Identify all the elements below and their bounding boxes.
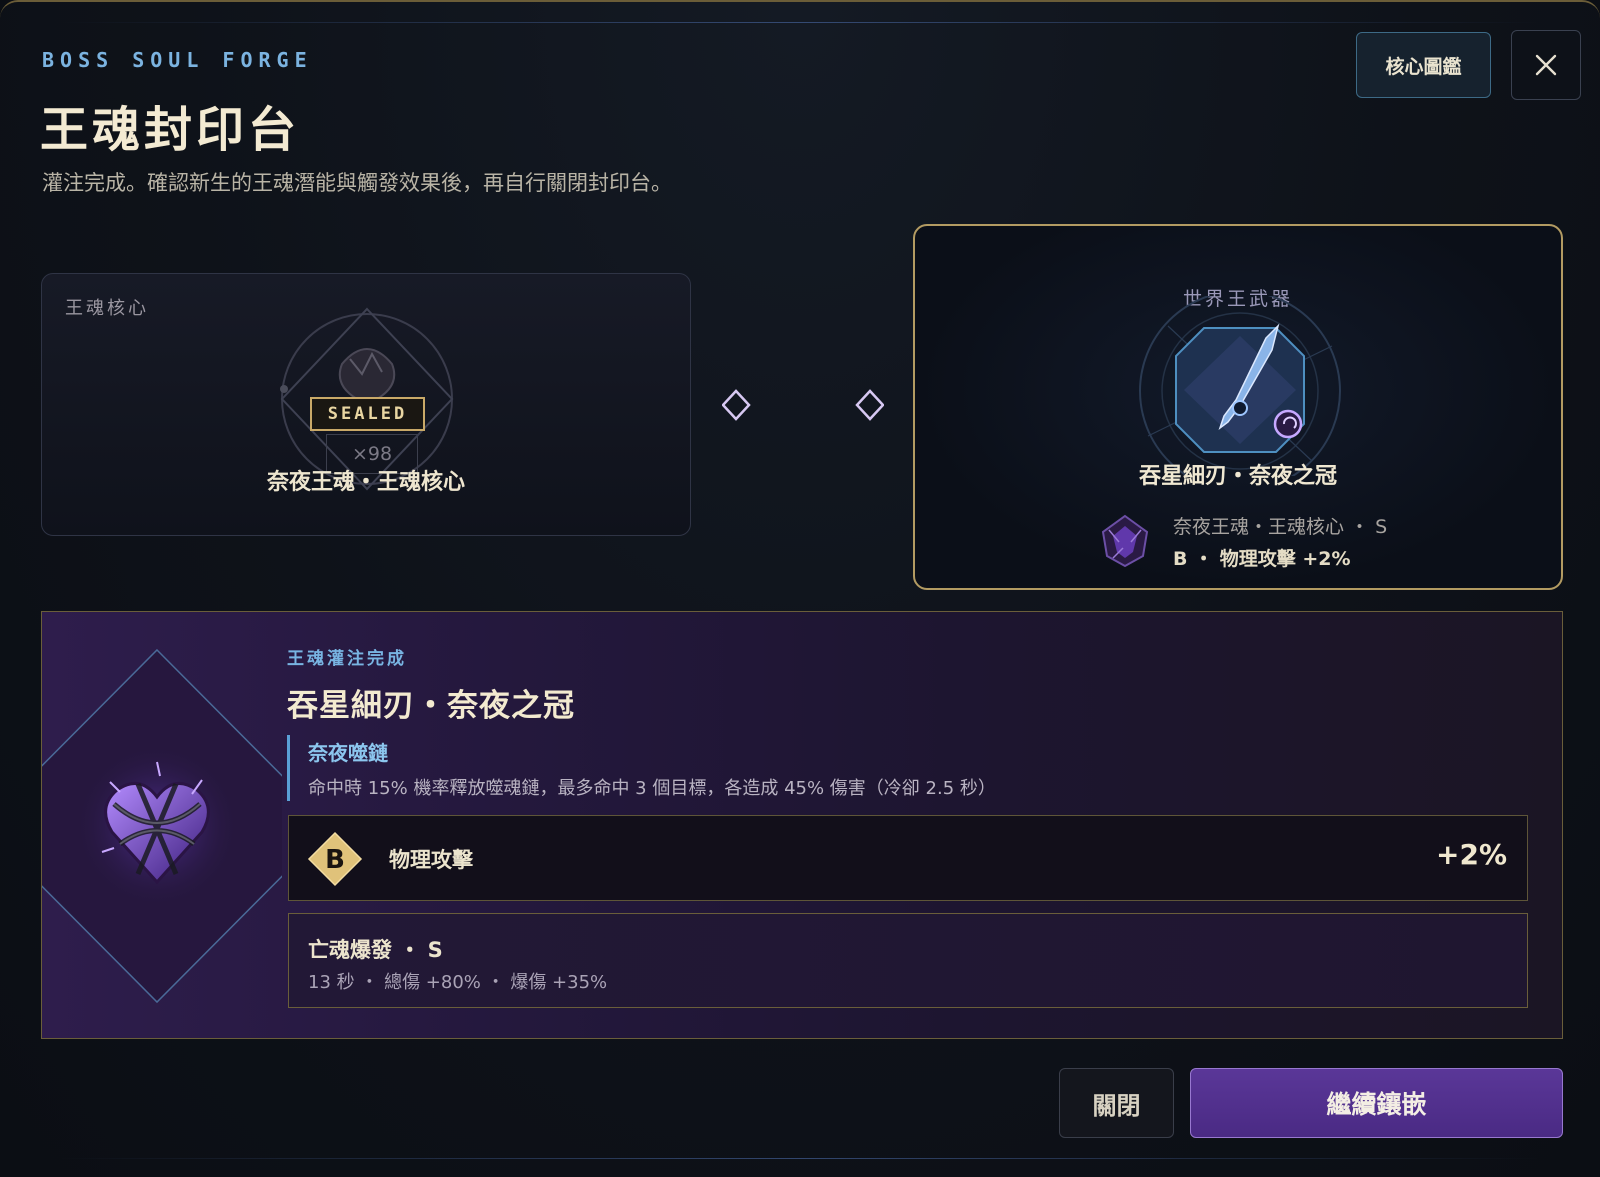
dagger-weapon-icon bbox=[1139, 296, 1341, 476]
core-codex-button[interactable]: 核心圖鑑 bbox=[1356, 32, 1491, 98]
page-subtitle: 灌注完成。確認新生的王魂潛能與觸發效果後，再自行關閉封印台。 bbox=[42, 171, 672, 195]
bottom-divider bbox=[60, 1158, 1540, 1159]
infusion-eyebrow: 王魂灌注完成 bbox=[287, 649, 407, 669]
skill-name: 奈夜噬鏈 bbox=[308, 741, 388, 765]
infusion-weapon-name: 吞星細刃・奈夜之冠 bbox=[287, 688, 575, 724]
world-boss-weapon-slot[interactable]: 世界王武器 吞星細刃・奈夜之冠 奈夜王魂・王魂核心 ・ S B ・ 物理攻擊 +… bbox=[913, 224, 1563, 590]
trigger-description: 13 秒 ・ 總傷 +80% ・ 爆傷 +35% bbox=[308, 972, 608, 993]
soul-gem-icon bbox=[1101, 514, 1149, 568]
trigger-title: 亡魂爆發 ・ S bbox=[308, 938, 443, 962]
page-title: 王魂封印台 bbox=[40, 102, 301, 158]
soul-forge-dialog: BOSS SOUL FORGE 王魂封印台 灌注完成。確認新生的王魂潛能與觸發效… bbox=[0, 0, 1600, 1177]
skill-description: 命中時 15% 機率釋放噬魂鏈，最多命中 3 個目標，各造成 45% 傷害（冷卻… bbox=[308, 778, 996, 799]
stat-grade: B bbox=[325, 845, 345, 875]
dialog-eyebrow: BOSS SOUL FORGE bbox=[42, 48, 313, 72]
core-name: 奈夜王魂・王魂核心 bbox=[266, 470, 465, 495]
continue-socket-button[interactable]: 繼續鑲嵌 bbox=[1190, 1068, 1563, 1138]
link-connector bbox=[722, 389, 884, 421]
skill-block: 奈夜噬鏈 命中時 15% 機率釋放噬魂鏈，最多命中 3 個目標，各造成 45% … bbox=[287, 735, 1067, 801]
stat-label: 物理攻擊 bbox=[389, 848, 473, 872]
grade-badge-icon: B bbox=[307, 831, 363, 887]
close-icon bbox=[1535, 54, 1557, 76]
soul-core-slot[interactable]: 王魂核心 SEALED ×98 奈夜王魂・王魂核心 bbox=[41, 273, 691, 536]
close-button[interactable] bbox=[1511, 30, 1581, 100]
close-forge-button[interactable]: 關閉 bbox=[1059, 1068, 1174, 1138]
core-slot-label: 王魂核心 bbox=[65, 298, 149, 319]
sealed-badge: SEALED bbox=[310, 397, 425, 431]
stat-row: B 物理攻擊 +2% bbox=[288, 815, 1528, 901]
socket-core-line: 奈夜王魂・王魂核心 ・ S bbox=[1173, 516, 1388, 538]
weapon-name: 吞星細刃・奈夜之冠 bbox=[1138, 464, 1337, 489]
socket-stat-line: B ・ 物理攻擊 +2% bbox=[1173, 548, 1351, 570]
trigger-effect-row: 亡魂爆發 ・ S 13 秒 ・ 總傷 +80% ・ 爆傷 +35% bbox=[288, 913, 1528, 1008]
top-divider bbox=[60, 22, 1540, 23]
stat-value: +2% bbox=[1436, 838, 1507, 871]
infusion-result-panel: 王魂灌注完成 吞星細刃・奈夜之冠 奈夜噬鏈 命中時 15% 機率釋放噬魂鏈，最多… bbox=[41, 611, 1563, 1039]
soul-heart-gem-icon bbox=[42, 648, 282, 1004]
